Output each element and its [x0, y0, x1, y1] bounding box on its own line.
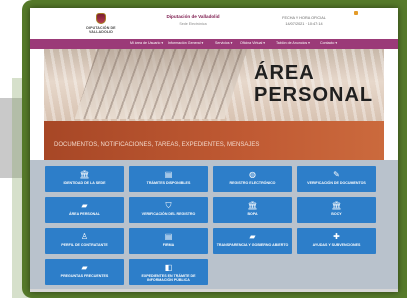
building-icon: 🏛 — [331, 201, 342, 210]
tile-electronic-registry[interactable]: ◍ REGISTRO ELECTRÓNICO — [213, 166, 292, 192]
tile-label: REGISTRO ELECTRÓNICO — [229, 181, 276, 185]
tile-label: AYUDAS Y SUBVENCIONES — [312, 243, 361, 247]
shield-icon: ⛉ — [165, 201, 172, 210]
site-subtitle: Sede Electrónica — [179, 22, 207, 26]
site-logo[interactable]: DIPUTACIÓN DE VALLADOLID — [78, 13, 124, 37]
tile-procedures[interactable]: ▤ TRÁMITES DISPONIBLES — [129, 166, 208, 192]
nav-item-user-area[interactable]: Mi área de Usuario ▾ — [130, 41, 163, 45]
nav-item-general-info[interactable]: Información General ▾ — [168, 41, 203, 45]
tile-registry-verification[interactable]: ⛉ VERIFICACIÓN DEL REGISTRO — [129, 197, 208, 223]
tile-label: ÁREA PERSONAL — [68, 212, 100, 216]
tile-label: IDENTIDAD DE LA SEDE — [63, 181, 106, 185]
list-icon: ▤ — [164, 232, 173, 241]
document-icon: ▤ — [164, 170, 173, 179]
tile-label: FIRMA — [162, 243, 175, 247]
nav-item-services[interactable]: Servicios ▾ — [215, 41, 232, 45]
puzzle-icon: ✚ — [333, 232, 340, 241]
tile-signature[interactable]: ▤ FIRMA — [129, 228, 208, 254]
nav-item-virtual-office[interactable]: Oficina Virtual ▾ — [240, 41, 265, 45]
nav-item-contact[interactable]: Contacto ▾ — [320, 41, 337, 45]
site-header: DIPUTACIÓN DE VALLADOLID Diputación de V… — [30, 8, 398, 39]
tile-identity[interactable]: 🏛 IDENTIDAD DE LA SEDE — [45, 166, 124, 192]
tile-label: PERFIL DE CONTRATANTE — [61, 243, 108, 247]
chat-icon: ▰ — [81, 263, 88, 272]
banner-band — [44, 121, 384, 160]
official-time-label: FECHA Y HORA OFICIAL — [282, 16, 326, 20]
banner-title-line1: ÁREA — [254, 62, 315, 84]
tile-personal-area[interactable]: ▰ ÁREA PERSONAL — [45, 197, 124, 223]
tile-grants[interactable]: ✚ AYUDAS Y SUBVENCIONES — [297, 228, 376, 254]
official-time-value: 14/07/2021 · 10:47:14 — [285, 22, 323, 26]
tile-public-info-files[interactable]: ◧ EXPEDIENTES EN TRÁMITE DE INFORMACIÓN … — [129, 259, 208, 285]
banner-files-photo — [74, 49, 248, 119]
tile-label: TRÁMITES DISPONIBLES — [146, 181, 191, 185]
tile-label: EXPEDIENTES EN TRÁMITE DE INFORMACIÓN PÚ… — [141, 274, 196, 283]
crest-icon — [96, 13, 106, 24]
check-doc-icon: ✎ — [333, 170, 340, 179]
banner-title-line2: PERSONAL — [254, 84, 374, 106]
tile-faq[interactable]: ▰ PREGUNTAS FRECUENTES — [45, 259, 124, 285]
website-screen: DIPUTACIÓN DE VALLADOLID Diputación de V… — [30, 8, 398, 292]
corner-marker-icon — [354, 11, 358, 15]
photo-frame: DIPUTACIÓN DE VALLADOLID Diputación de V… — [0, 0, 407, 298]
tile-contractor-profile[interactable]: ♙ PERFIL DE CONTRATANTE — [45, 228, 124, 254]
tile-label: VERIFICACIÓN DEL REGISTRO — [141, 212, 196, 216]
folder-icon: ▰ — [81, 201, 88, 210]
tile-label: PREGUNTAS FRECUENTES — [60, 274, 109, 278]
logo-text: DIPUTACIÓN DE VALLADOLID — [86, 26, 116, 34]
page-bottom-edge — [30, 289, 398, 292]
book-icon: ◧ — [164, 263, 173, 272]
tile-label: TRANSPARENCIA Y GOBIERNO ABIERTO — [216, 243, 289, 247]
tile-label: BOPA — [247, 212, 258, 216]
hero-banner: ÁREA PERSONAL DOCUMENTOS, NOTIFICACIONES… — [44, 49, 384, 160]
tile-bocy[interactable]: 🏛 BOCY — [297, 197, 376, 223]
building-icon: 🏛 — [79, 170, 90, 179]
tile-label: VERIFICACIÓN DE DOCUMENTOS — [307, 181, 366, 185]
stamp-icon: ◍ — [249, 170, 256, 179]
building-icon: 🏛 — [247, 201, 258, 210]
nav-item-notice-board[interactable]: Tablón de Anuncios ▾ — [276, 41, 310, 45]
banner-subtitle: DOCUMENTOS, NOTIFICACIONES, TAREAS, EXPE… — [54, 142, 260, 148]
tile-bopa[interactable]: 🏛 BOPA — [213, 197, 292, 223]
service-tiles: 🏛 IDENTIDAD DE LA SEDE ▤ TRÁMITES DISPON… — [30, 160, 398, 292]
person-icon: ♙ — [80, 232, 89, 241]
tile-document-verification[interactable]: ✎ VERIFICACIÓN DE DOCUMENTOS — [297, 166, 376, 192]
banner-title: ÁREA PERSONAL — [254, 62, 373, 106]
main-nav: Mi área de Usuario ▾ Información General… — [30, 39, 398, 49]
site-title: Diputación de Valladolid — [166, 14, 220, 19]
tile-label: BOCY — [331, 212, 342, 216]
chat-icon: ▰ — [249, 232, 256, 241]
tile-transparency[interactable]: ▰ TRANSPARENCIA Y GOBIERNO ABIERTO — [213, 228, 292, 254]
